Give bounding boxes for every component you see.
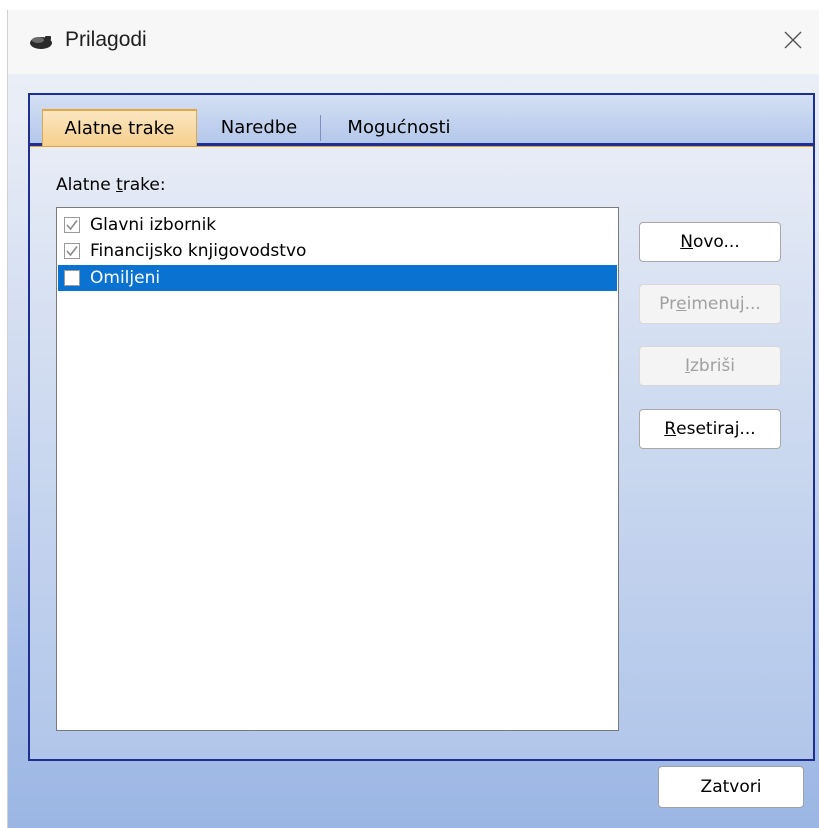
tab-options[interactable]: Mogućnosti [324, 109, 474, 146]
close-icon [783, 30, 803, 54]
rename-button[interactable]: Pr e imenuj... [639, 284, 781, 324]
checkbox[interactable] [64, 243, 80, 259]
delete-button[interactable]: Izbriši [639, 346, 781, 386]
new-button[interactable]: Novo... [639, 222, 781, 262]
close-button-label: Zatvori [700, 777, 762, 797]
tab-strip: Alatne trake Naredbe Mogućnosti [30, 95, 813, 146]
customize-dialog: Prilagodi Alatne trake Naredbe Mogućnost… [7, 10, 819, 828]
tab-toolbars[interactable]: Alatne trake [42, 109, 197, 146]
reset-button[interactable]: Resetiraj... [639, 409, 781, 449]
tab-label: Naredbe [220, 117, 298, 138]
tab-label: Mogućnosti [347, 117, 451, 138]
list-item-label: Glavni izbornik [90, 215, 217, 235]
tab-separator [320, 115, 321, 141]
list-item[interactable]: Glavni izbornik [58, 212, 617, 238]
close-window-button[interactable] [767, 10, 819, 74]
title-bar: Prilagodi [8, 10, 819, 74]
window-title: Prilagodi [65, 28, 147, 51]
list-item-label: Omiljeni [90, 268, 161, 288]
list-item-selected[interactable]: Omiljeni [58, 265, 617, 291]
checkbox[interactable] [64, 270, 80, 286]
list-item-label: Financijsko knjigovodstvo [90, 241, 307, 261]
tab-label: Alatne trake [64, 118, 175, 139]
list-item[interactable]: Financijsko knjigovodstvo [58, 238, 617, 264]
tab-content: Alatne trake: Glavni izbornik Financijsk… [30, 146, 813, 759]
close-button[interactable]: Zatvori [658, 766, 804, 808]
tab-commands[interactable]: Naredbe [200, 109, 318, 146]
app-icon [28, 32, 54, 52]
checkbox[interactable] [64, 217, 80, 233]
tab-control: Alatne trake Naredbe Mogućnosti Alatne t… [28, 93, 815, 761]
toolbars-list-label: Alatne trake: [56, 175, 166, 195]
toolbars-listbox[interactable]: Glavni izbornik Financijsko knjigovodstv… [56, 207, 619, 731]
